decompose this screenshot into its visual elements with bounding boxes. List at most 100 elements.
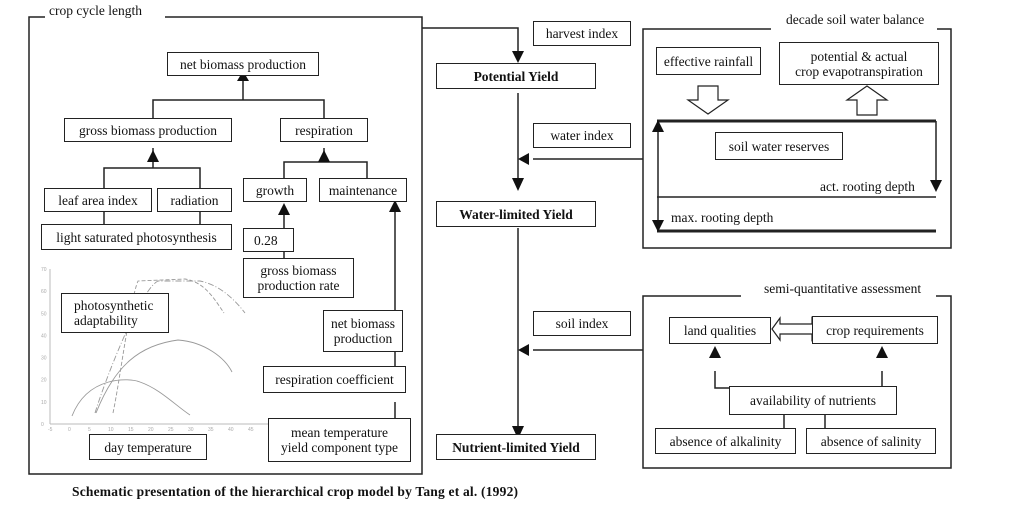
maintenance-label: maintenance [328,182,398,198]
x-tick-label: 25 [168,427,174,433]
absence-of-salinity-label: absence of salinity [820,433,922,449]
growth-factor-box: 0.28 [243,228,294,252]
arrow-down-icon [512,51,524,63]
light-saturated-photosynthesis-label: light saturated photosynthesis [56,229,217,245]
growth-box: growth [243,178,307,202]
crop-requirements-box: crop requirements [812,316,938,344]
potential-yield-label: Potential Yield [473,68,559,84]
gross-biomass-production-box: gross biomass production [64,118,232,142]
absence-of-alkalinity-box: absence of alkalinity [655,428,796,454]
soil-index-box: soil index [533,311,631,336]
day-temperature-box: day temperature [89,434,207,460]
yield-component-type-label: yield component type [281,440,398,455]
respiration-box: respiration [280,118,368,142]
x-tick-label: 10 [108,427,114,433]
effective-rainfall-box: effective rainfall [656,47,761,75]
x-tick-label: 30 [188,427,194,433]
left-panel-title: crop cycle length [45,3,146,19]
harvest-index-label: harvest index [545,26,619,41]
nutrient-limited-yield-box: Nutrient-limited Yield [436,434,596,460]
land-qualities-box: land qualities [669,317,771,344]
crop-requirements-label: crop requirements [826,322,924,338]
soil-water-reserves-box: soil water reserves [715,132,843,160]
arrow-up-icon [147,150,159,162]
x-tick-label: 5 [88,427,91,433]
evapotranspiration-up-arrow-icon [845,85,889,116]
y-tick-label: 20 [41,378,47,384]
water-index-label: water index [550,128,614,143]
land-qualities-label: land qualities [683,323,757,338]
growth-factor-value: 0.28 [254,232,278,248]
net-biomass-production-2-box: net biomass production [323,310,403,352]
inset-graph: 010203040506070 -505101520253035404550 [41,267,274,433]
radiation-box: radiation [157,188,232,212]
photosynthetic-adaptability-box: photosynthetic adaptability [61,293,169,333]
arrow-down-icon [930,180,942,192]
water-panel-title: decade soil water balance [782,12,929,28]
respiration-label: respiration [295,122,353,138]
y-tick-label: 70 [41,267,47,273]
y-tick-label: 10 [41,400,47,406]
evapotranspiration-box: potential & actual crop evapotranspirati… [779,42,939,85]
water-limited-yield-label: Water-limited Yield [459,206,573,222]
leaf-area-index-label: leaf area index [58,192,138,208]
curve-iii [95,339,233,414]
arrow-down-icon [512,178,524,191]
x-tick-label: -5 [48,427,53,433]
respiration-coefficient-box: respiration coefficient [263,366,406,393]
act-rooting-depth-label: act. rooting depth [820,179,915,194]
x-tick-label: 45 [248,427,254,433]
arrow-up-icon [318,150,330,162]
net-biomass-production-box: net biomass production [167,52,319,76]
figure-caption: Schematic presentation of the hierarchic… [72,484,519,499]
arrow-up-icon [876,346,888,358]
availability-of-nutrients-box: availability of nutrients [729,386,897,415]
evapotranspiration-line2: crop evapotranspiration [795,63,923,79]
connector [152,99,325,118]
effective-rainfall-label: effective rainfall [663,53,754,69]
gross-biomass-production-label: gross biomass production [79,122,217,138]
gross-biomass-production-rate-box: gross biomass production rate [243,258,354,298]
water-limited-yield-box: Water-limited Yield [436,201,596,227]
y-tick-label: 0 [41,422,44,428]
day-temperature-label: day temperature [104,439,192,455]
arrow-up-icon [278,203,290,215]
net-biomass-production-2-label: net biomass production [330,316,396,346]
radiation-label: radiation [170,192,219,208]
arrow-left-icon [518,153,529,165]
x-tick-label: 0 [68,427,71,433]
light-saturated-photosynthesis-box: light saturated photosynthesis [41,224,232,250]
availability-of-nutrients-label: availability of nutrients [750,393,876,408]
nutrient-limited-yield-label: Nutrient-limited Yield [452,439,580,455]
potential-yield-box: Potential Yield [436,63,596,89]
leaf-area-index-box: leaf area index [44,188,152,212]
arrow-left-icon [518,344,529,356]
x-tick-label: 40 [228,427,234,433]
max-rooting-depth-label: max. rooting depth [671,210,774,225]
x-tick-label: 35 [208,427,214,433]
soil-water-reserves-label: soil water reserves [728,138,830,154]
y-tick-label: 60 [41,289,47,295]
x-tick-label: 20 [148,427,154,433]
net-biomass-production-label: net biomass production [180,56,306,72]
absence-of-salinity-box: absence of salinity [806,428,936,454]
soil-index-label: soil index [555,316,609,331]
mean-temperature-box: mean temperature yield component type [268,418,411,462]
mean-temperature-label: mean temperature [290,425,389,440]
x-tick-label: 15 [128,427,134,433]
evapotranspiration-line1: potential & actual [810,48,908,64]
curve-iv [71,379,191,417]
arrow-up-icon [709,346,721,358]
gross-biomass-production-rate-label: gross biomass production rate [257,263,340,293]
growth-label: growth [255,182,295,198]
y-tick-label: 50 [41,311,47,317]
nutrient-panel-title: semi-quantitative assessment [760,281,926,297]
maintenance-box: maintenance [319,178,407,202]
rainfall-down-arrow-icon [686,85,730,115]
y-tick-label: 40 [41,333,47,339]
water-index-box: water index [533,123,631,148]
y-tick-label: 30 [41,356,47,362]
respiration-coefficient-label: respiration coefficient [275,372,394,387]
photosynthetic-adaptability-label: photosynthetic adaptability [74,298,154,328]
absence-of-alkalinity-label: absence of alkalinity [669,433,782,449]
